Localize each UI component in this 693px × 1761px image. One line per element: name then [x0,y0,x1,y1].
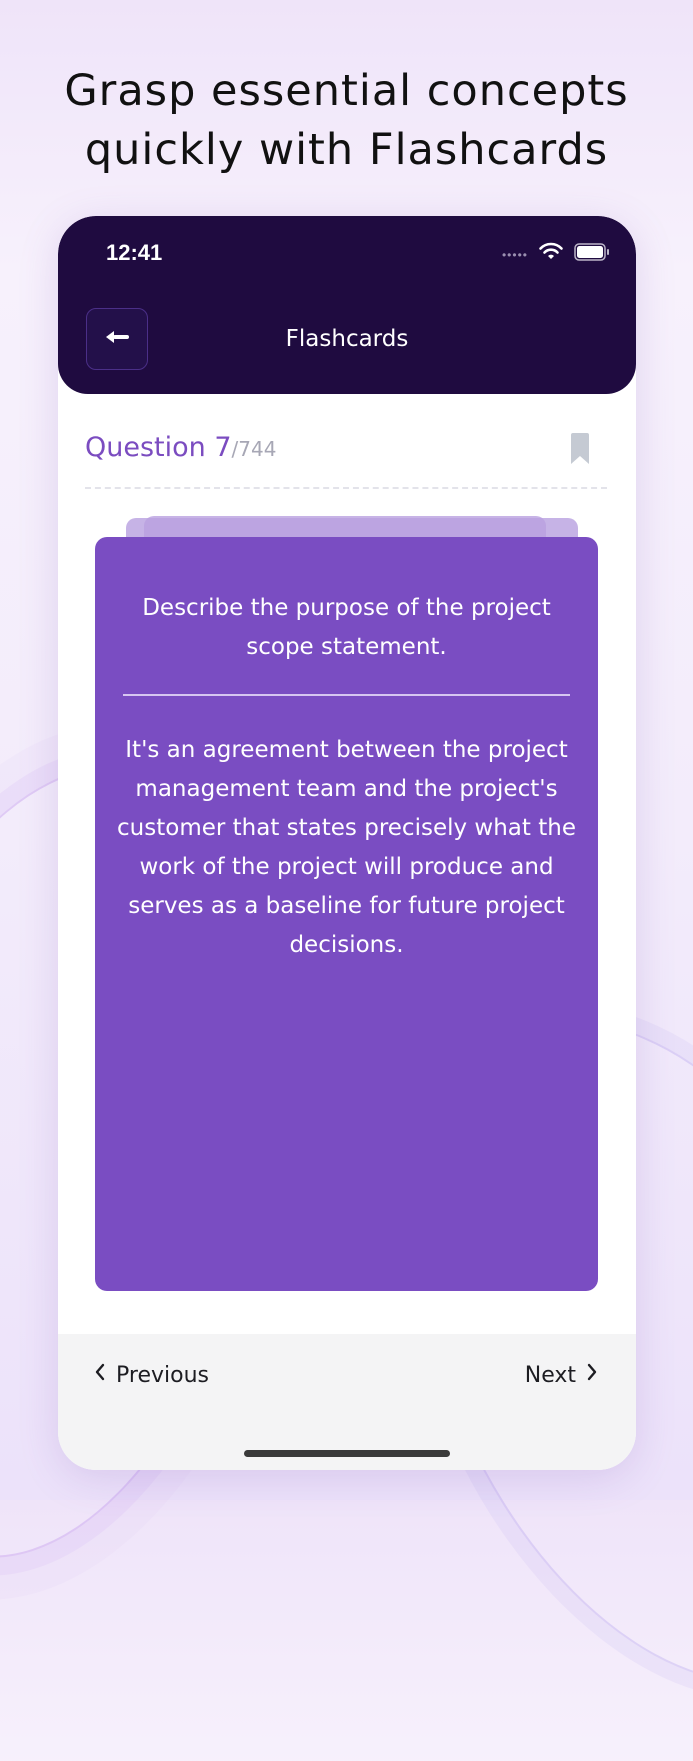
chevron-left-icon [94,1362,106,1388]
flashcard-answer: It's an agreement between the project ma… [117,737,576,958]
question-total: /744 [231,437,277,461]
question-counter: Question 7/744 [85,432,276,463]
status-icons: ••••• [502,242,610,262]
next-label: Next [524,1362,576,1388]
bookmark-icon[interactable] [568,432,592,471]
promo-headline-line1: Grasp essential concepts [64,66,629,116]
signal-dots-icon: ••••• [501,248,528,262]
home-indicator [244,1450,450,1457]
battery-icon [574,243,610,261]
wifi-icon [538,242,564,262]
flashcard[interactable]: Describe the purpose of the project scop… [95,537,598,1291]
flashcard-question: Describe the purpose of the project scop… [142,595,551,660]
page-title: Flashcards [285,326,409,352]
top-bar: 12:41 ••••• Flashcards [58,216,636,394]
question-number: Question 7 [85,432,232,463]
previous-label: Previous [116,1362,209,1388]
promo-headline-line2: quickly with Flashcards [84,125,609,175]
next-button[interactable]: Next [525,1362,598,1388]
flashcard-divider [123,694,570,696]
chevron-right-icon [586,1362,598,1388]
status-time: 12:41 [106,240,163,265]
previous-button[interactable]: Previous [94,1362,209,1388]
phone-screen: 12:41 ••••• Flashcards Question 7/744 De… [58,216,636,1470]
header-divider [85,487,607,489]
